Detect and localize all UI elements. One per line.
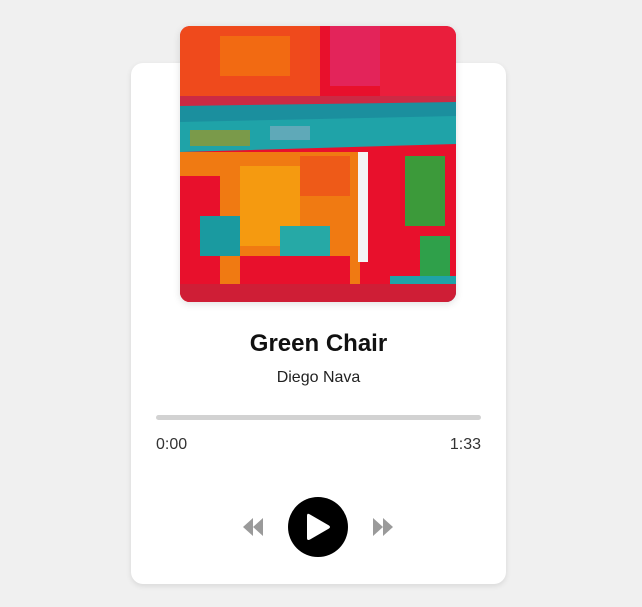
rewind-icon [243, 518, 263, 536]
play-icon [307, 513, 330, 540]
progress-bar[interactable] [156, 415, 481, 420]
track-title: Green Chair [249, 330, 388, 357]
album-art-painting [180, 26, 456, 302]
playback-controls [0, 497, 642, 557]
total-time: 1:33 [449, 436, 481, 453]
current-time: 0:00 [156, 436, 188, 453]
next-track-button[interactable] [371, 517, 395, 537]
track-artist: Diego Nava [276, 369, 361, 386]
previous-track-button[interactable] [241, 517, 265, 537]
fast-forward-icon [373, 518, 393, 536]
play-button[interactable] [288, 497, 348, 557]
album-art [180, 26, 456, 302]
